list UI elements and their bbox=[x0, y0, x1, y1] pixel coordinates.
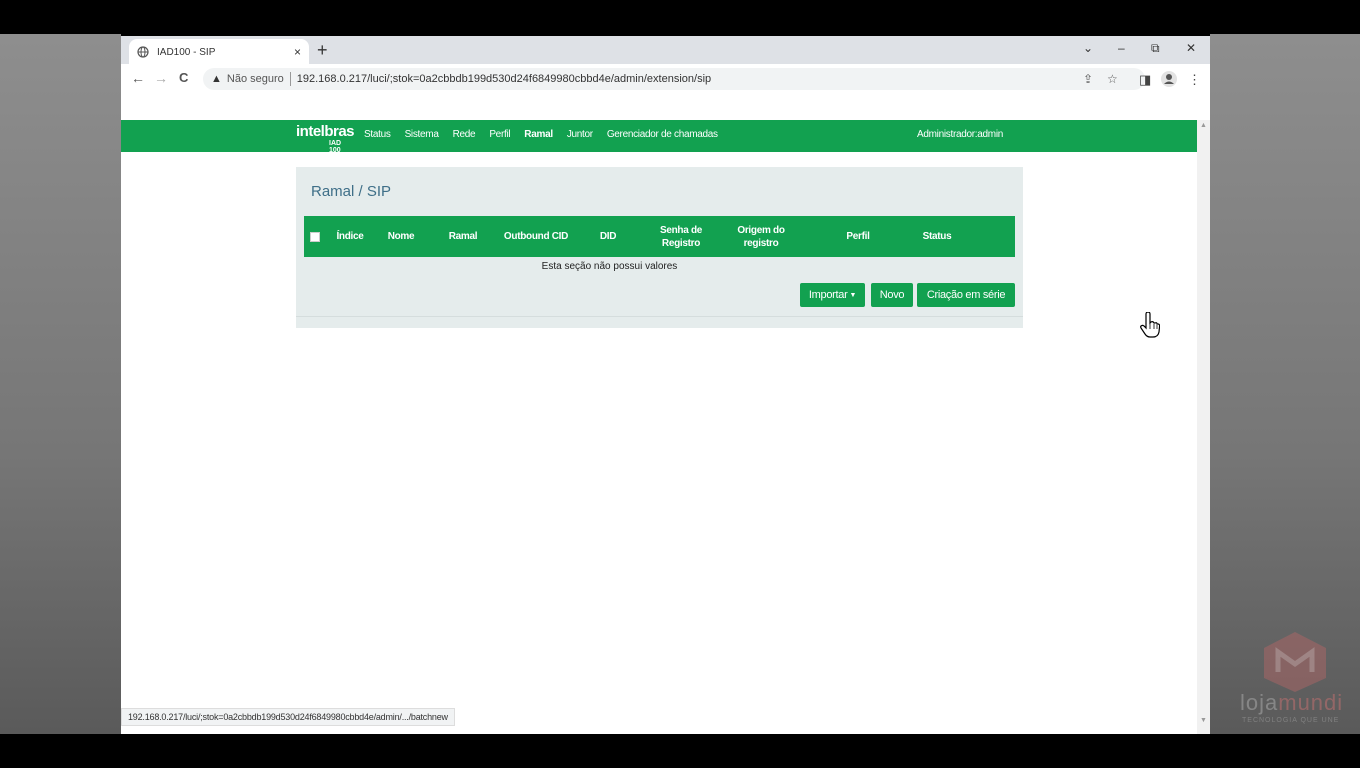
logo-model: IAD 100 bbox=[329, 140, 342, 154]
intelbras-logo[interactable]: intelbras IAD 100 bbox=[296, 123, 355, 154]
app-navbar: intelbras IAD 100 Status Sistema Rede Pe… bbox=[121, 120, 1197, 154]
nav-gerenciador-chamadas[interactable]: Gerenciador de chamadas bbox=[607, 129, 718, 140]
reload-icon[interactable]: C bbox=[179, 70, 188, 85]
nav-perfil[interactable]: Perfil bbox=[489, 129, 510, 140]
panel-divider bbox=[296, 316, 1023, 317]
address-separator bbox=[289, 72, 291, 86]
column-did[interactable]: DID bbox=[588, 216, 628, 257]
globe-icon bbox=[137, 46, 149, 58]
logo-brand: intelbras bbox=[296, 123, 355, 140]
column-origem-registro[interactable]: Origem do registro bbox=[730, 216, 792, 257]
user-menu[interactable]: Administrador:admin bbox=[917, 129, 1003, 140]
watermark-text: lojamundi bbox=[1240, 690, 1344, 715]
sip-extension-panel: Ramal / SIP Índice Nome Ramal Outbound C… bbox=[296, 167, 1160, 338]
select-all-checkbox[interactable] bbox=[310, 232, 320, 242]
table-header: Índice Nome Ramal Outbound CID DID Senha… bbox=[304, 216, 1015, 257]
tab-search-icon[interactable]: ⌄ bbox=[1083, 41, 1093, 55]
column-outbound-cid[interactable]: Outbound CID bbox=[498, 216, 574, 257]
browser-window: IAD100 - SIP × + ⌄ – ⧉ ✕ ← → C ▲ Não seg… bbox=[121, 36, 1210, 734]
column-senha-registro[interactable]: Senha de Registro bbox=[650, 216, 712, 257]
restore-icon[interactable]: ⧉ bbox=[1151, 41, 1160, 56]
page-viewport: intelbras IAD 100 Status Sistema Rede Pe… bbox=[121, 94, 1210, 734]
page-title: Ramal / SIP bbox=[311, 183, 392, 200]
profile-avatar-icon[interactable] bbox=[1161, 71, 1177, 90]
scroll-up-icon[interactable]: ▲ bbox=[1200, 122, 1207, 129]
minimize-icon[interactable]: – bbox=[1118, 41, 1125, 55]
column-indice[interactable]: Índice bbox=[330, 216, 370, 257]
bookmark-star-icon[interactable]: ☆ bbox=[1107, 72, 1118, 86]
new-tab-icon[interactable]: + bbox=[317, 40, 328, 60]
forward-icon[interactable]: → bbox=[154, 70, 168, 86]
warning-icon: ▲ bbox=[211, 73, 222, 85]
batch-create-button[interactable]: Criação em série bbox=[917, 283, 1015, 307]
share-icon[interactable]: ⇪ bbox=[1083, 72, 1093, 86]
nav-juntor[interactable]: Juntor bbox=[567, 129, 593, 140]
tab-title: IAD100 - SIP bbox=[157, 46, 216, 58]
right-backdrop bbox=[1210, 34, 1360, 734]
column-nome[interactable]: Nome bbox=[378, 216, 424, 257]
tab-iad100-sip[interactable]: IAD100 - SIP × bbox=[129, 39, 309, 65]
main-menu: Status Sistema Rede Perfil Ramal Juntor … bbox=[364, 129, 718, 140]
url-text[interactable]: 192.168.0.217/luci/;stok=0a2cbbdb199d530… bbox=[297, 73, 711, 85]
nav-status[interactable]: Status bbox=[364, 129, 391, 140]
page-scrollbar[interactable]: ▲ ▼ bbox=[1197, 120, 1210, 734]
new-button[interactable]: Novo bbox=[871, 283, 913, 307]
watermark-subtext: TECNOLOGIA QUE UNE bbox=[1242, 717, 1340, 724]
column-perfil[interactable]: Perfil bbox=[832, 216, 884, 257]
close-window-icon[interactable]: ✕ bbox=[1186, 41, 1196, 55]
column-status[interactable]: Status bbox=[910, 216, 964, 257]
import-button-label: Importar bbox=[808, 289, 848, 301]
tab-close-icon[interactable]: × bbox=[294, 45, 301, 59]
address-bar[interactable]: ▲ Não seguro 192.168.0.217/luci/;stok=0a… bbox=[203, 68, 1145, 90]
import-dropdown-button[interactable]: Importar ▼ bbox=[800, 283, 865, 307]
left-backdrop bbox=[0, 34, 121, 734]
tab-strip: IAD100 - SIP × + ⌄ – ⧉ ✕ bbox=[121, 36, 1210, 65]
empty-table-message: Esta seção não possui valores bbox=[541, 261, 678, 272]
nav-rede[interactable]: Rede bbox=[453, 129, 476, 140]
side-panel-icon[interactable]: ◨ bbox=[1139, 72, 1151, 88]
security-status[interactable]: Não seguro bbox=[227, 73, 284, 85]
nav-sistema[interactable]: Sistema bbox=[405, 129, 439, 140]
caret-down-icon: ▼ bbox=[849, 291, 857, 299]
watermark-logo-icon bbox=[1264, 632, 1326, 692]
menu-kebab-icon[interactable]: ⋮ bbox=[1188, 72, 1201, 88]
column-ramal[interactable]: Ramal bbox=[438, 216, 488, 257]
back-icon[interactable]: ← bbox=[131, 70, 145, 86]
hand-cursor-icon bbox=[1140, 312, 1160, 338]
scroll-down-icon[interactable]: ▼ bbox=[1200, 717, 1207, 724]
status-bar-url: 192.168.0.217/luci/;stok=0a2cbbdb199d530… bbox=[121, 708, 455, 726]
nav-ramal[interactable]: Ramal bbox=[524, 129, 553, 140]
watermark: lojamundi TECNOLOGIA QUE UNE bbox=[1236, 630, 1352, 730]
